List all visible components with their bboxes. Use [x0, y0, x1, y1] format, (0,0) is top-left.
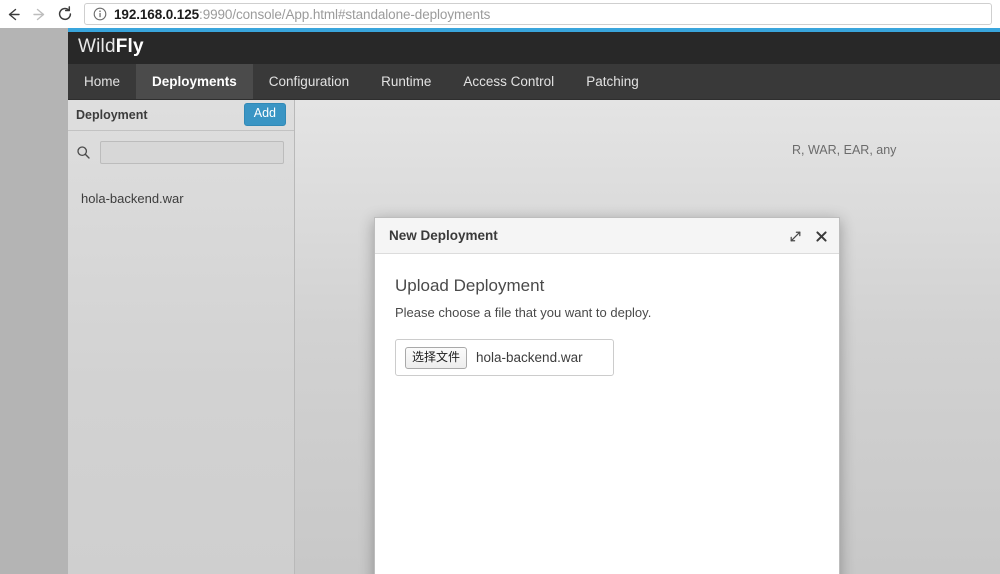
dialog-controls	[787, 218, 829, 254]
brand-prefix: Wild	[78, 36, 116, 57]
sidebar-header: Deployment Add	[68, 100, 294, 131]
nav-tab-home[interactable]: Home	[68, 64, 136, 99]
nav-tab-label: Deployments	[152, 74, 237, 89]
nav-tab-label: Configuration	[268, 74, 350, 89]
wildfly-console: WildFly Home Deployments Configuration R…	[68, 28, 1000, 574]
url-text: 192.168.0.125:9990/console/App.html#stan…	[114, 7, 490, 22]
sidebar-title: Deployment	[76, 108, 148, 122]
main-panel-hint-text: R, WAR, EAR, any	[792, 143, 897, 157]
reload-icon	[56, 5, 74, 23]
brand-suffix: Fly	[115, 36, 144, 57]
arrow-left-icon	[5, 6, 22, 23]
sidebar-filter-row	[68, 131, 294, 173]
dialog-body: Upload Deployment Please choose a file t…	[375, 254, 839, 574]
add-button[interactable]: Add	[243, 103, 286, 126]
choose-file-button[interactable]: 选择文件	[405, 346, 468, 369]
nav-tab-label: Home	[84, 74, 121, 89]
nav-tab-configuration[interactable]: Configuration	[253, 64, 365, 99]
nav-tab-label: Runtime	[381, 74, 432, 89]
arrow-right-icon	[31, 6, 48, 23]
add-button-label: Add	[253, 106, 276, 120]
browser-chrome: 192.168.0.125:9990/console/App.html#stan…	[0, 0, 1000, 28]
file-input[interactable]: 选择文件 hola-backend.war	[395, 339, 614, 376]
nav-tab-runtime[interactable]: Runtime	[365, 64, 447, 99]
deployment-list: hola-backend.war	[68, 173, 294, 210]
back-button[interactable]	[0, 1, 26, 27]
new-deployment-dialog: New Deployment Upload Deployment Please …	[374, 217, 840, 574]
nav-tab-label: Patching	[586, 74, 639, 89]
wildfly-logo[interactable]: WildFly	[78, 36, 144, 58]
url-host: 192.168.0.125	[114, 6, 200, 22]
upload-heading: Upload Deployment	[395, 276, 545, 295]
main-navigation: Home Deployments Configuration Runtime A…	[68, 64, 1000, 100]
forward-button[interactable]	[26, 1, 52, 27]
list-item[interactable]: hola-backend.war	[68, 187, 294, 210]
expand-diagonal-icon[interactable]	[787, 228, 803, 244]
nav-tab-deployments[interactable]: Deployments	[136, 64, 253, 99]
info-circle-icon[interactable]	[93, 7, 107, 21]
deployment-name: hola-backend.war	[81, 191, 184, 206]
page-viewport: WildFly Home Deployments Configuration R…	[0, 28, 1000, 574]
nav-tab-label: Access Control	[463, 74, 555, 89]
url-bar[interactable]: 192.168.0.125:9990/console/App.html#stan…	[84, 3, 992, 25]
selected-file-name: hola-backend.war	[476, 350, 583, 365]
url-path: :9990/console/App.html#standalone-deploy…	[199, 6, 491, 22]
search-icon	[76, 145, 92, 160]
app-header: WildFly	[68, 28, 1000, 64]
content-area: Deployment Add hola-backend.war R, WAR, …	[68, 100, 1000, 574]
upload-description: Please choose a file that you want to de…	[395, 305, 652, 320]
nav-tab-patching[interactable]: Patching	[570, 64, 655, 99]
search-input[interactable]	[100, 140, 284, 164]
nav-tab-access-control[interactable]: Access Control	[447, 64, 570, 99]
close-icon[interactable]	[813, 228, 829, 244]
deployment-sidebar: Deployment Add hola-backend.war	[68, 100, 295, 574]
reload-button[interactable]	[52, 1, 78, 27]
choose-file-label: 选择文件	[412, 349, 461, 364]
dialog-header[interactable]: New Deployment	[375, 218, 839, 254]
dialog-title: New Deployment	[389, 228, 498, 243]
